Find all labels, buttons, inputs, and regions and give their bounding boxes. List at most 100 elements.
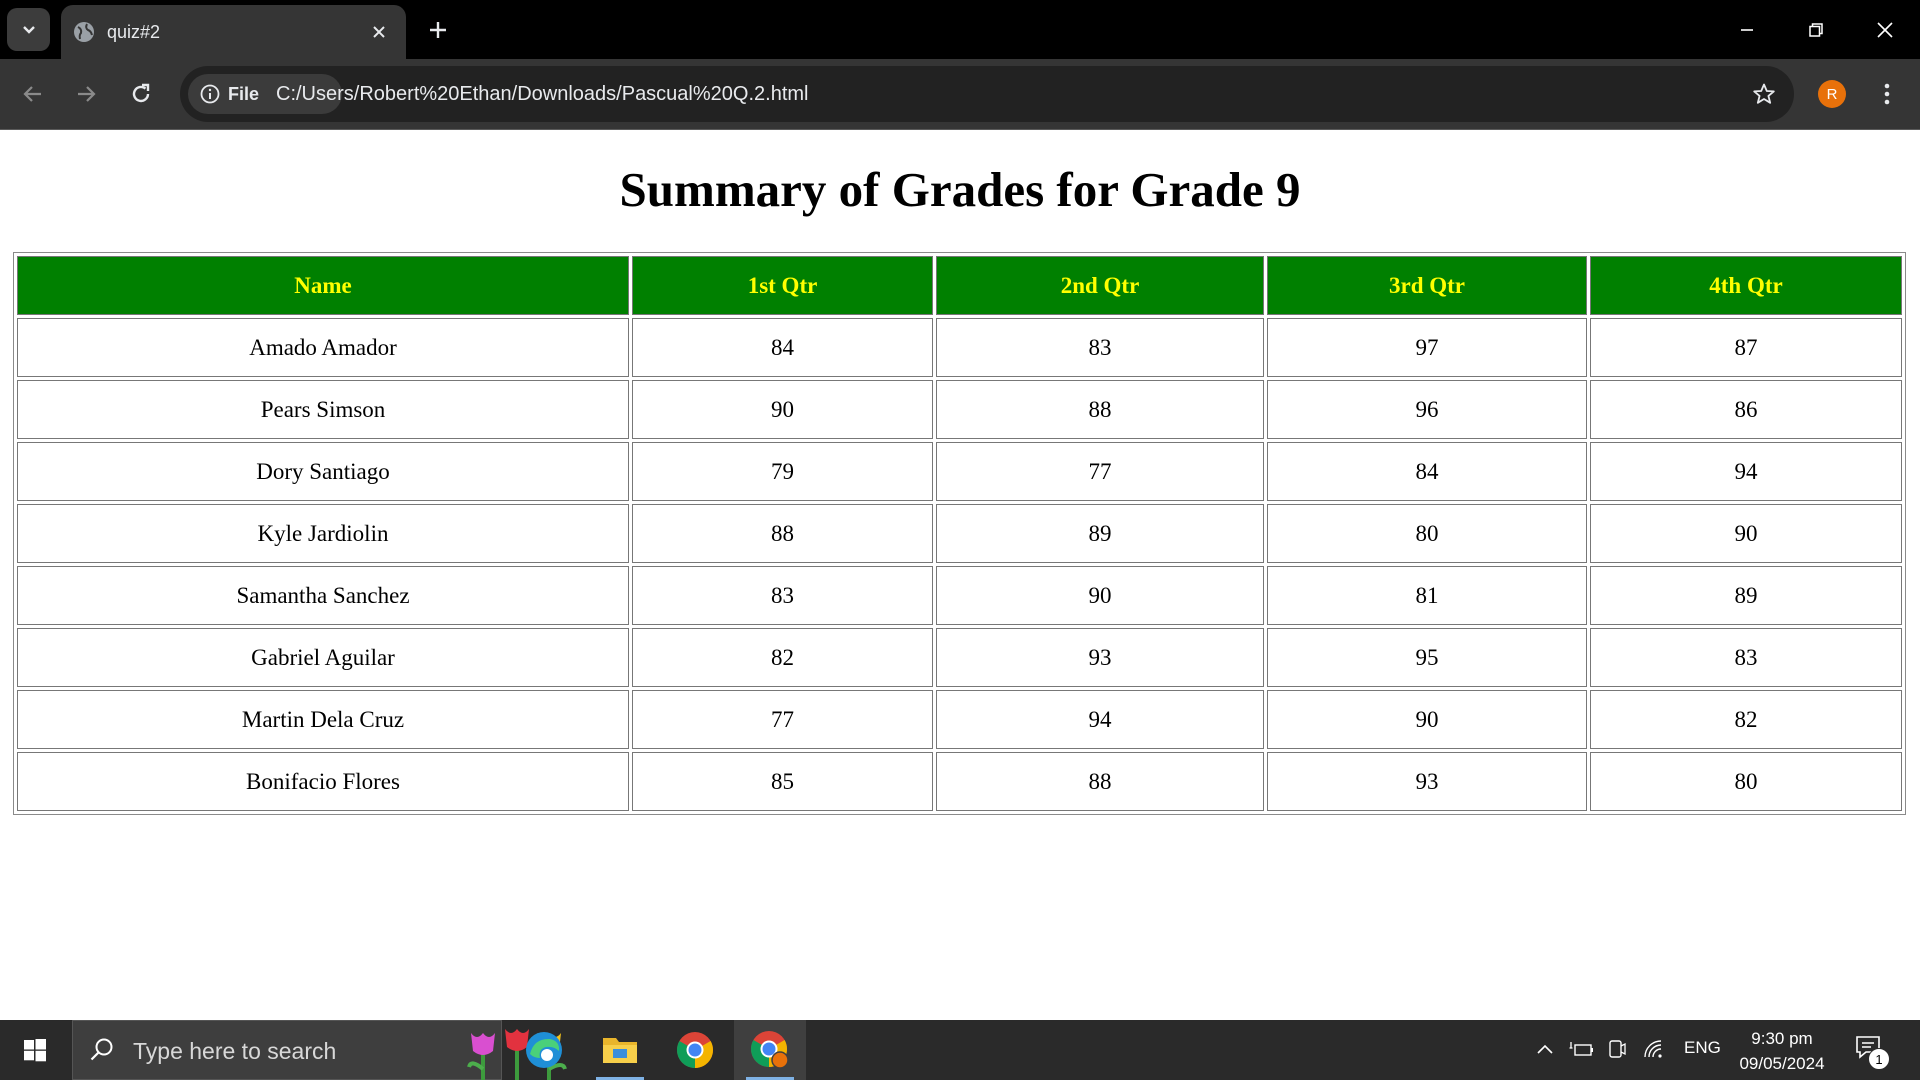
cell-name: Pears Simson <box>17 380 629 439</box>
cell-name: Amado Amador <box>17 318 629 377</box>
cell-q3: 81 <box>1267 566 1587 625</box>
page-content: Summary of Grades for Grade 9 Name 1st Q… <box>0 130 1920 1020</box>
cell-q2: 77 <box>936 442 1264 501</box>
reload-icon <box>132 83 150 103</box>
device-icon <box>1609 1040 1626 1058</box>
url-text[interactable]: C:/Users/Robert%20Ethan/Downloads/Pascua… <box>276 80 808 108</box>
table-row: Pears Simson 90 88 96 86 <box>17 380 1902 439</box>
cell-q4: 83 <box>1590 628 1902 687</box>
clock-date: 09/05/2024 <box>1739 1054 1825 1073</box>
page-title: Summary of Grades for Grade 9 <box>619 162 1301 217</box>
cell-name: Dory Santiago <box>17 442 629 501</box>
grades-table: Name 1st Qtr 2nd Qtr 3rd Qtr 4th Qtr Ama… <box>13 252 1906 815</box>
cell-q1: 90 <box>632 380 933 439</box>
taskbar-edge[interactable] <box>508 1020 580 1080</box>
restore-icon <box>1809 23 1823 37</box>
info-icon <box>200 84 220 104</box>
table-row: Amado Amador 84 83 97 87 <box>17 318 1902 377</box>
taskbar-file-explorer[interactable] <box>584 1020 656 1080</box>
cell-q1: 82 <box>632 628 933 687</box>
minimize-icon <box>1741 29 1753 31</box>
cell-q3: 95 <box>1267 628 1587 687</box>
back-button[interactable] <box>13 74 53 114</box>
taskbar: Type here to search ENG 9:30 pm 09/05/20… <box>0 1020 1920 1080</box>
window-close-button[interactable] <box>1862 8 1908 52</box>
table-header-row: Name 1st Qtr 2nd Qtr 3rd Qtr 4th Qtr <box>17 256 1902 315</box>
reload-button[interactable] <box>121 74 161 114</box>
cell-name: Kyle Jardiolin <box>17 504 629 563</box>
tab-active[interactable]: quiz#2 <box>61 5 406 59</box>
restore-button[interactable] <box>1793 8 1839 52</box>
tab-close-button[interactable] <box>366 19 392 45</box>
cell-q2: 88 <box>936 752 1264 811</box>
edge-icon <box>526 1032 562 1068</box>
table-row: Bonifacio Flores 85 88 93 80 <box>17 752 1902 811</box>
new-tab-button[interactable] <box>424 16 452 44</box>
cell-q2: 94 <box>936 690 1264 749</box>
profile-avatar[interactable]: R <box>1818 80 1846 108</box>
cell-q4: 94 <box>1590 442 1902 501</box>
cell-q1: 83 <box>632 566 933 625</box>
taskbar-chrome-profile[interactable] <box>734 1020 806 1080</box>
cell-q3: 80 <box>1267 504 1587 563</box>
tab-title: quiz#2 <box>107 22 161 42</box>
table-row: Samantha Sanchez 83 90 81 89 <box>17 566 1902 625</box>
cell-q4: 82 <box>1590 690 1902 749</box>
cell-q1: 84 <box>632 318 933 377</box>
notification-center-button[interactable]: 1 <box>1854 1034 1890 1070</box>
cell-q4: 87 <box>1590 318 1902 377</box>
clock[interactable]: 9:30 pm 09/05/2024 <box>1714 1026 1850 1076</box>
cell-q3: 96 <box>1267 380 1587 439</box>
cell-q2: 88 <box>936 380 1264 439</box>
table-row: Kyle Jardiolin 88 89 80 90 <box>17 504 1902 563</box>
header-q4: 4th Qtr <box>1590 256 1902 315</box>
arrow-left-icon <box>23 86 41 102</box>
menu-button[interactable] <box>1872 77 1902 111</box>
network-tray-button[interactable] <box>1641 1036 1667 1062</box>
arrow-right-icon <box>78 86 96 102</box>
start-button[interactable] <box>0 1020 70 1080</box>
battery-plug-icon <box>1569 1042 1593 1056</box>
globe-icon <box>74 22 94 42</box>
cell-q4: 86 <box>1590 380 1902 439</box>
cell-q3: 93 <box>1267 752 1587 811</box>
windows-logo-icon <box>24 1039 46 1062</box>
chrome-icon <box>676 1032 714 1068</box>
minimize-button[interactable] <box>1724 8 1770 52</box>
show-hidden-icons-button[interactable] <box>1532 1036 1558 1062</box>
wifi-icon <box>1644 1040 1662 1058</box>
meet-now-tray-button[interactable] <box>1604 1036 1630 1062</box>
chrome-profile-icon <box>750 1031 789 1069</box>
taskbar-chrome[interactable] <box>659 1020 731 1080</box>
table-row: Martin Dela Cruz 77 94 90 82 <box>17 690 1902 749</box>
table-body: Amado Amador 84 83 97 87 Pears Simson 90 88 96 86… <box>17 318 1902 811</box>
header-name: Name <box>17 256 629 315</box>
cell-q2: 89 <box>936 504 1264 563</box>
battery-tray-button[interactable] <box>1568 1036 1594 1062</box>
more-vert-icon <box>1884 83 1890 105</box>
taskbar-search[interactable]: Type here to search <box>72 1020 567 1080</box>
cell-q2: 90 <box>936 566 1264 625</box>
forward-button[interactable] <box>66 74 106 114</box>
cell-q4: 89 <box>1590 566 1902 625</box>
tab-search-button[interactable] <box>7 8 50 51</box>
header-q3: 3rd Qtr <box>1267 256 1587 315</box>
cell-name: Martin Dela Cruz <box>17 690 629 749</box>
search-icon <box>90 1038 113 1061</box>
cell-q4: 80 <box>1590 752 1902 811</box>
file-explorer-icon <box>603 1038 637 1063</box>
tab-strip: quiz#2 <box>0 0 1920 59</box>
cell-q2: 83 <box>936 318 1264 377</box>
star-icon <box>1753 83 1775 104</box>
cell-q2: 93 <box>936 628 1264 687</box>
cell-name: Bonifacio Flores <box>17 752 629 811</box>
cell-name: Gabriel Aguilar <box>17 628 629 687</box>
address-bar[interactable]: File C:/Users/Robert%20Ethan/Downloads/P… <box>180 66 1794 122</box>
header-q2: 2nd Qtr <box>936 256 1264 315</box>
cell-q3: 90 <box>1267 690 1587 749</box>
close-icon <box>1877 22 1893 38</box>
bookmark-button[interactable] <box>1750 80 1778 108</box>
notification-badge: 1 <box>1868 1048 1890 1070</box>
table-row: Dory Santiago 79 77 84 94 <box>17 442 1902 501</box>
cell-name: Samantha Sanchez <box>17 566 629 625</box>
